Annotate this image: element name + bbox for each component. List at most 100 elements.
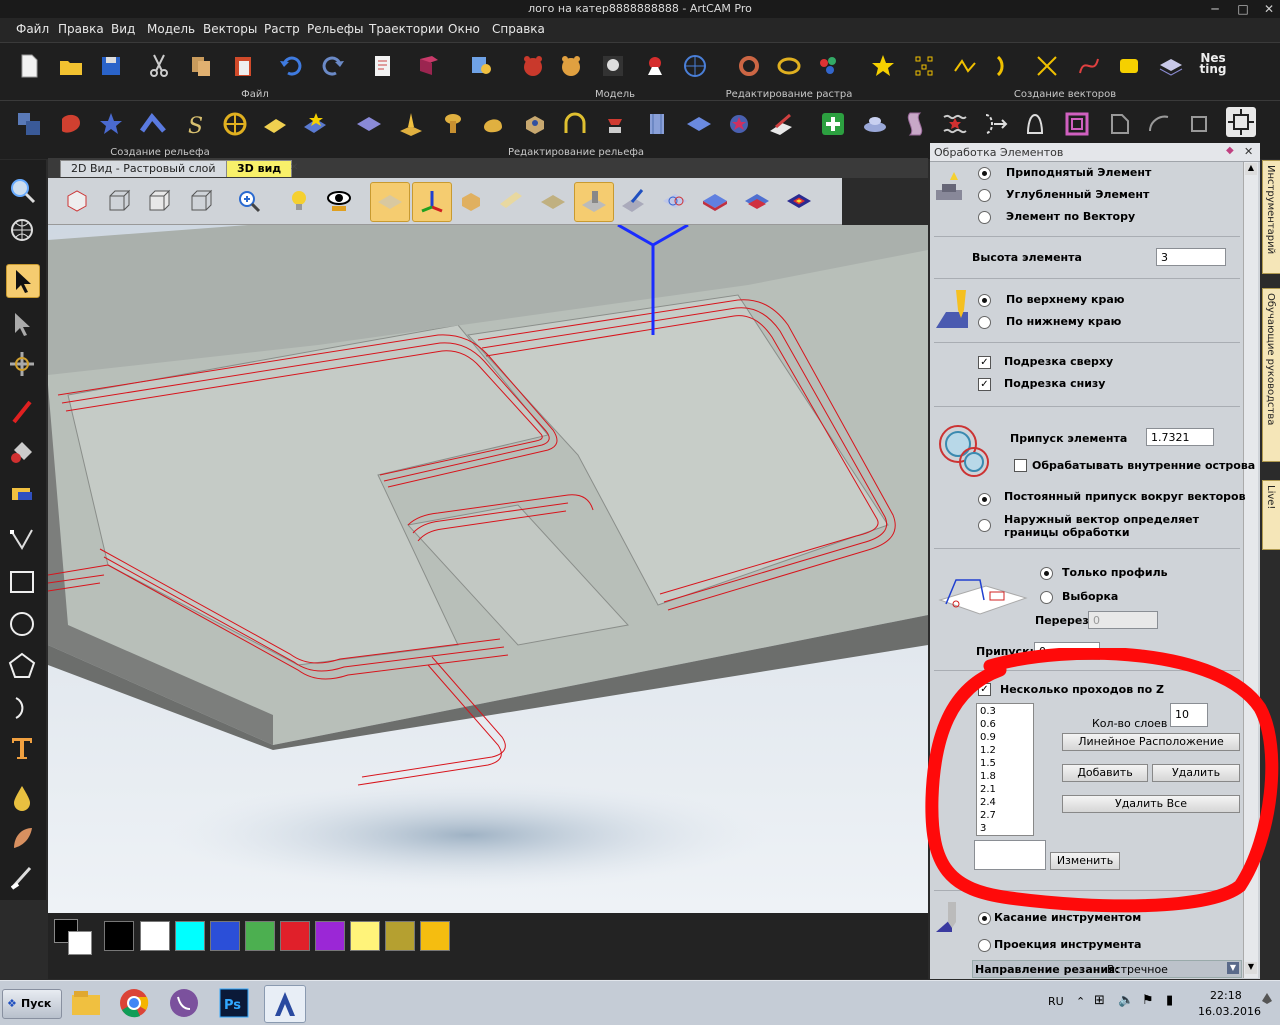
menu-bitmap[interactable]: Растр [264,22,300,36]
radio-tool-contact[interactable] [978,912,991,925]
show-desktop-icon[interactable] [1260,991,1274,1013]
brush-tool-button[interactable] [618,186,648,216]
relief-pillar-button[interactable] [642,109,672,139]
relief-combine-button[interactable] [14,109,44,139]
colour-shade-button[interactable] [700,186,730,216]
model-sphere-button[interactable] [680,51,710,81]
delete-all-button[interactable]: Удалить Все [1062,795,1240,813]
colour-layers-button[interactable] [742,186,772,216]
relief-s-curve-button[interactable]: S [180,109,210,139]
model-grayscale-button[interactable] [598,51,628,81]
menu-help[interactable]: Справка [492,22,545,36]
radio-area-clear[interactable] [1040,591,1053,604]
panel-scrollbar[interactable]: ▲ ▼ [1243,162,1258,978]
relief-blend-button[interactable] [1104,109,1134,139]
relief-edit-plane-button[interactable] [354,109,384,139]
relief-blob-button[interactable] [478,109,508,139]
colour-swatch-black[interactable] [104,921,134,951]
nesting-button[interactable]: Nes ting [1198,52,1228,75]
radio-profile-only[interactable] [1040,567,1053,580]
show-plane-button[interactable] [370,182,410,222]
model-bear-red-button[interactable] [518,51,548,81]
radio-top-edge[interactable] [978,294,991,307]
close-tab-icon[interactable]: ✕ [290,163,300,173]
flag-icon[interactable]: ⚑ [1142,993,1154,1008]
open-folder-button[interactable] [56,51,86,81]
vector-overlay-button[interactable] [660,186,690,216]
colour-swatch-olive[interactable] [385,921,415,951]
z-level-item[interactable]: 2.1 [980,783,1030,796]
vector-nodes-button[interactable] [910,51,940,81]
light-bulb-button[interactable] [284,186,314,216]
tray-expand-icon[interactable]: ⌃ [1076,995,1085,1008]
material-slab-button[interactable] [496,186,526,216]
book-button[interactable] [414,51,444,81]
z-level-item[interactable]: 1.8 [980,770,1030,783]
add-level-button[interactable]: Добавить [1062,764,1148,782]
relief-mushroom-button[interactable] [438,109,468,139]
knife-tool-icon[interactable] [6,862,38,894]
bitmap-ellipse-button[interactable] [774,51,804,81]
toolpath-view-button[interactable] [574,182,614,222]
zoom-view-button[interactable] [234,186,264,216]
relief-star-button[interactable] [96,109,126,139]
checkbox-inner-islands[interactable] [1014,459,1027,472]
vector-shape-button[interactable] [1114,51,1144,81]
viber-icon[interactable] [164,985,204,1021]
model-bear-button[interactable] [556,51,586,81]
colour-swatch-purple[interactable] [315,921,345,951]
delete-level-button[interactable]: Удалить [1152,764,1240,782]
show-axes-button[interactable] [412,182,452,222]
rectangle-tool-icon[interactable] [6,566,38,598]
vector-layers-button[interactable] [1156,51,1186,81]
linear-layout-button[interactable]: Линейное Расположение [1062,733,1240,751]
tape-icon[interactable] [6,478,38,510]
relief-flat-button[interactable] [684,109,714,139]
network-icon[interactable]: ▮ [1166,993,1173,1008]
menu-reliefs[interactable]: Рельефы [307,22,363,36]
z-level-item[interactable]: 2.7 [980,809,1030,822]
menu-vectors[interactable]: Векторы [203,22,257,36]
scroll-up-icon[interactable]: ▲ [1245,163,1257,175]
artcam-taskbar-icon[interactable] [264,985,306,1023]
material-box-button[interactable] [456,186,486,216]
model-shade-button[interactable] [640,51,670,81]
volume-icon[interactable]: 🔈 [1118,993,1134,1008]
radio-bottom-edge[interactable] [978,316,991,329]
cut-button[interactable] [144,51,174,81]
z-level-item[interactable]: 2.4 [980,796,1030,809]
checkbox-multi-z[interactable]: ✓ [978,683,991,696]
heatmap-view-button[interactable] [784,186,814,216]
relief-piece-button[interactable] [260,109,290,139]
relief-clip-button[interactable] [1184,109,1214,139]
element-height-input[interactable]: 3 [1156,248,1226,266]
relief-box-button[interactable] [520,109,550,139]
fit-view-button[interactable] [1226,107,1256,137]
node-edit-arrow-icon[interactable] [6,308,38,340]
arc-tool-icon[interactable] [6,692,38,724]
relief-dish-button[interactable] [860,109,890,139]
relief-brush-button[interactable] [766,109,796,139]
relief-spike-button[interactable] [396,109,426,139]
pin-icon[interactable]: ◆ [1226,145,1238,157]
relief-shape-button[interactable] [56,109,86,139]
polygon-tool-icon[interactable] [6,650,38,682]
relief-offset-button[interactable] [980,109,1010,139]
vector-scissor-button[interactable] [1032,51,1062,81]
radio-vector-element[interactable] [978,211,991,224]
menu-window[interactable]: Окно [448,22,480,36]
feather-tool-icon[interactable] [6,822,38,854]
bitmap-paint-button[interactable] [814,51,844,81]
radio-outer-vector-boundary[interactable] [978,519,991,532]
change-button[interactable]: Изменить [1050,852,1120,870]
relief-sweep-button[interactable] [138,109,168,139]
minimize-button[interactable]: ─ [1208,2,1222,16]
relief-stamp-button[interactable] [600,109,630,139]
element-allowance-input[interactable]: 1.7321 [1146,428,1214,446]
relief-star-flat-button[interactable] [300,109,330,139]
polyline-tool-icon[interactable] [6,524,38,556]
relief-vase-button[interactable] [900,109,930,139]
vector-arc-button[interactable] [990,51,1020,81]
save-button[interactable] [96,51,126,81]
clock-time[interactable]: 22:18 [1210,989,1242,1002]
